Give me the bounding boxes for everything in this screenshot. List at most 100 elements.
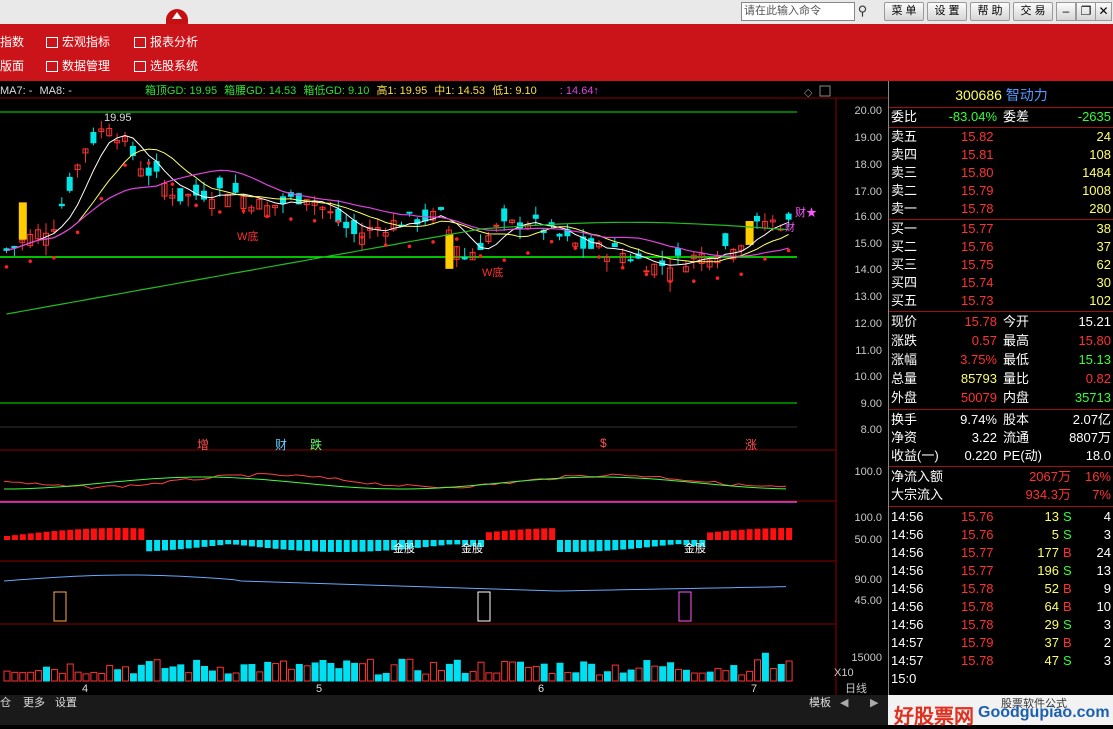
tick-time: 14:57 xyxy=(891,635,924,650)
volume-bar xyxy=(390,664,398,682)
stat-value: 0.57 xyxy=(971,333,997,348)
volume-bar xyxy=(272,663,280,682)
tab-more[interactable]: 更多 xyxy=(23,696,45,711)
weibi-row: 委比 -83.04% 委差 -2635 xyxy=(891,108,1113,126)
ind2-bar xyxy=(596,540,603,552)
fund-value: 2.07亿 xyxy=(1072,412,1111,427)
period-label[interactable]: 日线 xyxy=(845,680,875,696)
tick-side: B xyxy=(1063,635,1072,650)
stat-label: 总量 xyxy=(891,371,918,386)
volume-bar xyxy=(74,671,82,682)
volume-bar xyxy=(588,663,596,682)
minimize-icon[interactable]: – xyxy=(1056,2,1076,21)
ind2-bar xyxy=(264,540,271,549)
ind2-bar xyxy=(27,533,34,540)
menu-item-report[interactable]: 报表分析 xyxy=(134,34,198,50)
trade-button[interactable]: 交 易 xyxy=(1013,2,1053,21)
menu-item-data-manage[interactable]: 数据管理 xyxy=(46,58,110,74)
diamond-icon[interactable]: ◇ xyxy=(804,87,813,99)
collapse-tab-icon[interactable] xyxy=(166,9,188,24)
volume-bar xyxy=(137,664,145,682)
bid-price: 15.76 xyxy=(961,239,994,254)
zeng-signal: 增 xyxy=(197,438,210,452)
volume-bar xyxy=(659,666,667,682)
y-tick: 90.00 xyxy=(854,574,882,586)
menu-item-macro[interactable]: 宏观指标 xyxy=(46,34,110,50)
cai-small-label: 财 xyxy=(785,223,795,234)
tick-row: 14:56 15.78 52 B 9 xyxy=(891,580,1113,598)
volume-bar xyxy=(43,666,50,682)
ind2-bar xyxy=(375,540,382,551)
tick-volume: 47 xyxy=(1044,653,1059,668)
tick-side: B xyxy=(1063,581,1072,596)
title-bar: 请在此输入命令 ⚲ 菜 单 设 置 帮 助 交 易 – ❐ ✕ xyxy=(0,0,1113,24)
candle xyxy=(90,132,97,144)
template-button[interactable]: 模板 xyxy=(809,696,831,711)
ind2-bar xyxy=(414,540,421,548)
ask-row: 卖四 15.81 108 xyxy=(891,146,1113,164)
fund-label: 股本 xyxy=(1003,412,1030,427)
tab-position[interactable]: 仓 xyxy=(0,696,11,711)
volume-bar xyxy=(596,674,603,682)
tick-volume: 64 xyxy=(1044,599,1059,614)
ind2-bar xyxy=(233,540,240,545)
tab-settings[interactable]: 设置 xyxy=(55,696,77,711)
candle xyxy=(327,211,334,214)
candle xyxy=(216,177,223,189)
bid-row: 买一 15.77 38 xyxy=(891,220,1113,238)
ask-label: 卖一 xyxy=(891,201,918,216)
help-button[interactable]: 帮 助 xyxy=(970,2,1010,21)
fund-row: 净资 3.22 流通 8807万 xyxy=(891,429,1113,447)
close-icon[interactable]: ✕ xyxy=(1095,2,1112,21)
scroll-left-icon[interactable]: ◀ xyxy=(840,696,848,711)
volume-bar xyxy=(682,669,690,682)
menu-button[interactable]: 菜 单 xyxy=(884,2,924,21)
x-tick: 5 xyxy=(316,683,323,695)
watermark-brand-en: Goodgupiao.com xyxy=(978,704,1110,721)
stat-label: 量比 xyxy=(1003,371,1030,386)
settings-button[interactable]: 设 置 xyxy=(927,2,967,21)
menu-item-layout[interactable]: 版面 xyxy=(0,58,24,74)
scroll-right-icon[interactable]: ▶ xyxy=(870,696,878,711)
stat-label: 外盘 xyxy=(891,390,918,405)
tick-count: 13 xyxy=(1096,563,1111,578)
menu-item-index[interactable]: 指数 xyxy=(0,34,24,50)
ind2-bar xyxy=(241,540,247,546)
menu-item-stock-select[interactable]: 选股系统 xyxy=(134,58,198,74)
x-tick: 7 xyxy=(751,683,758,695)
ind2-bar xyxy=(564,540,571,552)
ind2-bar xyxy=(193,540,200,548)
volume-bar xyxy=(280,660,287,682)
volume-bar xyxy=(327,662,335,682)
volume-bar xyxy=(66,663,74,682)
volume-bar xyxy=(27,671,35,682)
ma7-label: MA7: - xyxy=(0,85,33,97)
bid-price: 15.73 xyxy=(961,293,994,308)
stock-name: 智动力 xyxy=(1005,87,1048,103)
bid-row: 买四 15.74 30 xyxy=(891,274,1113,292)
y-tick: 16.00 xyxy=(854,211,882,223)
tick-price: 15.76 xyxy=(961,527,994,542)
volume-bar xyxy=(256,671,264,682)
candle xyxy=(177,188,184,202)
ind2-bar xyxy=(383,540,390,551)
search-icon[interactable]: ⚲ xyxy=(853,2,872,21)
ask-volume: 1008 xyxy=(1082,183,1111,198)
ind2-bar xyxy=(217,540,224,546)
y-tick: 9.00 xyxy=(860,398,882,410)
panel-toggle-icon[interactable] xyxy=(819,85,831,97)
restore-icon[interactable]: ❐ xyxy=(1076,2,1096,21)
volume-bar xyxy=(406,658,414,682)
command-input[interactable]: 请在此输入命令 xyxy=(741,2,855,21)
ind2-bar xyxy=(138,528,145,540)
signal-dot xyxy=(549,239,554,244)
volume-bar xyxy=(295,663,303,682)
volume-bar xyxy=(746,670,754,682)
kline-chart[interactable]: ◇ xyxy=(0,81,888,695)
ma-line xyxy=(6,134,789,266)
stat-value: 35713 xyxy=(1074,390,1111,405)
ind2-bar xyxy=(83,528,89,540)
bid-volume: 102 xyxy=(1089,293,1111,308)
y-tick: 8.00 xyxy=(860,424,882,436)
stat-row: 涨幅 3.75% 最低 15.13 xyxy=(891,351,1113,369)
